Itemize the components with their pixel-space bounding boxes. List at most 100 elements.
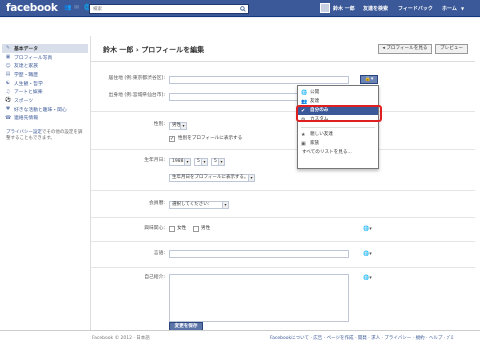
pencil-icon: ✎	[5, 45, 11, 52]
chevron-down-icon: ▾	[201, 159, 207, 165]
sidebar-item-profile-photo[interactable]: ▣ プロフィール写真	[2, 53, 88, 62]
friend-requests-icon[interactable]: 👥	[64, 5, 71, 11]
home-link[interactable]: ホーム	[442, 5, 457, 12]
sidebar-item-label: 友達と家族	[14, 64, 38, 70]
hobby-icon: ♥	[5, 106, 11, 113]
hometown-label: 出身地 (例:宮城県仙台市):	[108, 93, 165, 98]
sidebar-item-arts[interactable]: ♫ アートと娯楽	[2, 87, 88, 96]
show-gender-label: 性別をプロフィールに表示する	[178, 136, 243, 141]
chevron-down-icon: ▾	[248, 175, 254, 181]
content-header: 鈴木 一郎 › プロフィールを編集 ◂ プロフィールを見る プレビュー	[91, 36, 475, 62]
female-checkbox[interactable]	[169, 226, 175, 232]
female-label: 女性	[177, 226, 187, 231]
privacy-dropdown-button[interactable]: 🔒▾	[360, 75, 378, 84]
option-label: すべてのリストを見る...	[302, 150, 352, 155]
sidebar-item-friends-family[interactable]: ☺ 友達と家族	[2, 61, 88, 70]
title-separator: ›	[135, 46, 139, 54]
star-icon: ★	[301, 132, 306, 138]
footer-links[interactable]: Facebookについて · 広告 · ページを作成 · 開発 · 求人 · プ…	[270, 335, 453, 341]
find-friends-link[interactable]: 友達を検索	[363, 5, 388, 12]
sidebar-item-label: 人生観・哲学	[14, 81, 43, 87]
sidebar-item-philosophy[interactable]: ☯ 人生観・哲学	[2, 79, 88, 88]
about-textarea[interactable]	[169, 274, 349, 322]
chevron-down-icon: ▾	[218, 159, 224, 165]
birth-year-value: 1988	[172, 159, 184, 164]
highlight-annotation	[296, 105, 382, 122]
gender-select[interactable]: 男性 ▾	[169, 122, 187, 130]
relationship-select[interactable]: 選択してください: ▾	[169, 201, 229, 209]
edit-profile-sidebar: ✎ 基本データ ▣ プロフィール写真 ☺ 友達と家族 ▤ 学歴・職歴 ☯ 人生観…	[2, 44, 88, 142]
facebook-logo[interactable]: facebook	[6, 2, 58, 14]
chevron-down-icon: ▾	[184, 159, 190, 165]
photo-icon: ▣	[5, 54, 11, 61]
globe-privacy-icon[interactable]: 🌐▾	[363, 275, 377, 282]
option-label: 友達	[310, 99, 320, 104]
privacy-option-see-all[interactable]: すべてのリストを見る...	[298, 149, 378, 157]
family-icon: ▣	[301, 141, 306, 147]
preview-button[interactable]: プレビュー	[435, 44, 468, 54]
user-name-link[interactable]: 鈴木 一郎	[333, 5, 355, 12]
privacy-note: プライバシー設定でその他の設定を調整することもできます。	[2, 130, 86, 142]
account-menu-icon[interactable]: ▼	[461, 6, 464, 11]
birthday-visibility-value: 生年月日をプロフィールに表示する。	[172, 175, 249, 180]
messages-icon[interactable]: ✉	[74, 5, 80, 11]
sidebar-item-label: アートと娯楽	[14, 90, 43, 96]
feedback-link[interactable]: フィードバック	[398, 5, 433, 12]
sidebar-item-label: 学歴・職歴	[14, 72, 38, 78]
notification-jewels: 👥 ✉ 🌐	[64, 5, 91, 11]
privacy-option-public[interactable]: 🌐 公開	[298, 89, 378, 97]
privacy-settings-link[interactable]: プライバシー設定	[6, 130, 42, 135]
privacy-option-close-friends[interactable]: ★ 親しい友達	[298, 131, 378, 139]
footer-copyright: Facebook © 2012 · 日本語	[92, 336, 150, 341]
sidebar-item-contact[interactable]: ☎ 連絡先情報	[2, 114, 88, 123]
relationship-value: 選択してください:	[172, 202, 210, 207]
search-placeholder: 検索	[93, 7, 102, 12]
birth-day-select[interactable]: 5 ▾	[211, 158, 225, 166]
divider	[91, 190, 475, 191]
divider	[91, 267, 475, 268]
languages-label: 言語:	[153, 251, 165, 256]
sidebar-item-education-work[interactable]: ▤ 学歴・職歴	[2, 70, 88, 79]
male-label: 男性	[201, 226, 211, 231]
interested-in-label: 興味関心:	[144, 226, 165, 231]
show-gender-checkbox[interactable]: ✓	[169, 136, 175, 142]
chevron-down-icon: ▾	[180, 123, 186, 129]
view-profile-button[interactable]: ◂ プロフィールを見る	[378, 44, 432, 54]
divider	[91, 111, 475, 112]
sports-icon: ⚽	[5, 97, 12, 104]
globe-privacy-icon[interactable]: 🌐▾	[363, 226, 377, 233]
gender-label: 性別:	[153, 122, 165, 127]
globe-privacy-icon[interactable]: 🌐▾	[363, 251, 377, 258]
divider	[91, 149, 475, 150]
chevron-down-icon: ▾	[222, 202, 228, 208]
about-label: 自己紹介:	[144, 275, 165, 280]
people-icon: ☺	[5, 62, 11, 69]
languages-input[interactable]	[169, 250, 349, 258]
page-frame: ✎ 基本データ ▣ プロフィール写真 ☺ 友達と家族 ▤ 学歴・職歴 ☯ 人生観…	[0, 18, 480, 347]
search-input[interactable]: 検索	[89, 4, 249, 14]
search-icon[interactable]	[240, 6, 246, 12]
birth-day-value: 5	[214, 159, 217, 164]
option-label: 家族	[310, 141, 320, 146]
privacy-option-family[interactable]: ▣ 家族	[298, 140, 378, 148]
birth-year-select[interactable]: 1988 ▾	[169, 158, 191, 166]
user-avatar[interactable]	[320, 3, 330, 13]
sidebar-item-label: 連絡先情報	[14, 116, 38, 122]
sidebar-item-activities[interactable]: ♥ 好きな活動と趣味・関心	[2, 105, 88, 114]
current-city-input[interactable]	[169, 76, 349, 84]
option-label: 親しい友達	[310, 132, 333, 137]
birth-month-value: 5	[197, 159, 200, 164]
sidebar-item-label: プロフィール写真	[14, 55, 53, 61]
sidebar-item-label: 好きな活動と趣味・関心	[14, 107, 67, 113]
birth-month-select[interactable]: 5 ▾	[194, 158, 208, 166]
page-title: 鈴木 一郎 › プロフィールを編集	[103, 45, 204, 55]
top-bar: facebook 👥 ✉ 🌐 検索 鈴木 一郎 友達を検索 フィードバック ホー…	[0, 0, 480, 17]
edit-profile-content: 鈴木 一郎 › プロフィールを編集 ◂ プロフィールを見る プレビュー 居住地 …	[90, 36, 475, 347]
birthday-visibility-select[interactable]: 生年月日をプロフィールに表示する。 ▾	[169, 174, 255, 182]
sidebar-item-sports[interactable]: ⚽ スポーツ	[2, 96, 88, 105]
sidebar-item-basic-info[interactable]: ✎ 基本データ	[2, 44, 88, 53]
globe-icon: 🌐	[301, 90, 308, 96]
philosophy-icon: ☯	[5, 80, 11, 87]
title-user-name[interactable]: 鈴木 一郎	[103, 46, 133, 54]
male-checkbox[interactable]	[193, 226, 199, 232]
